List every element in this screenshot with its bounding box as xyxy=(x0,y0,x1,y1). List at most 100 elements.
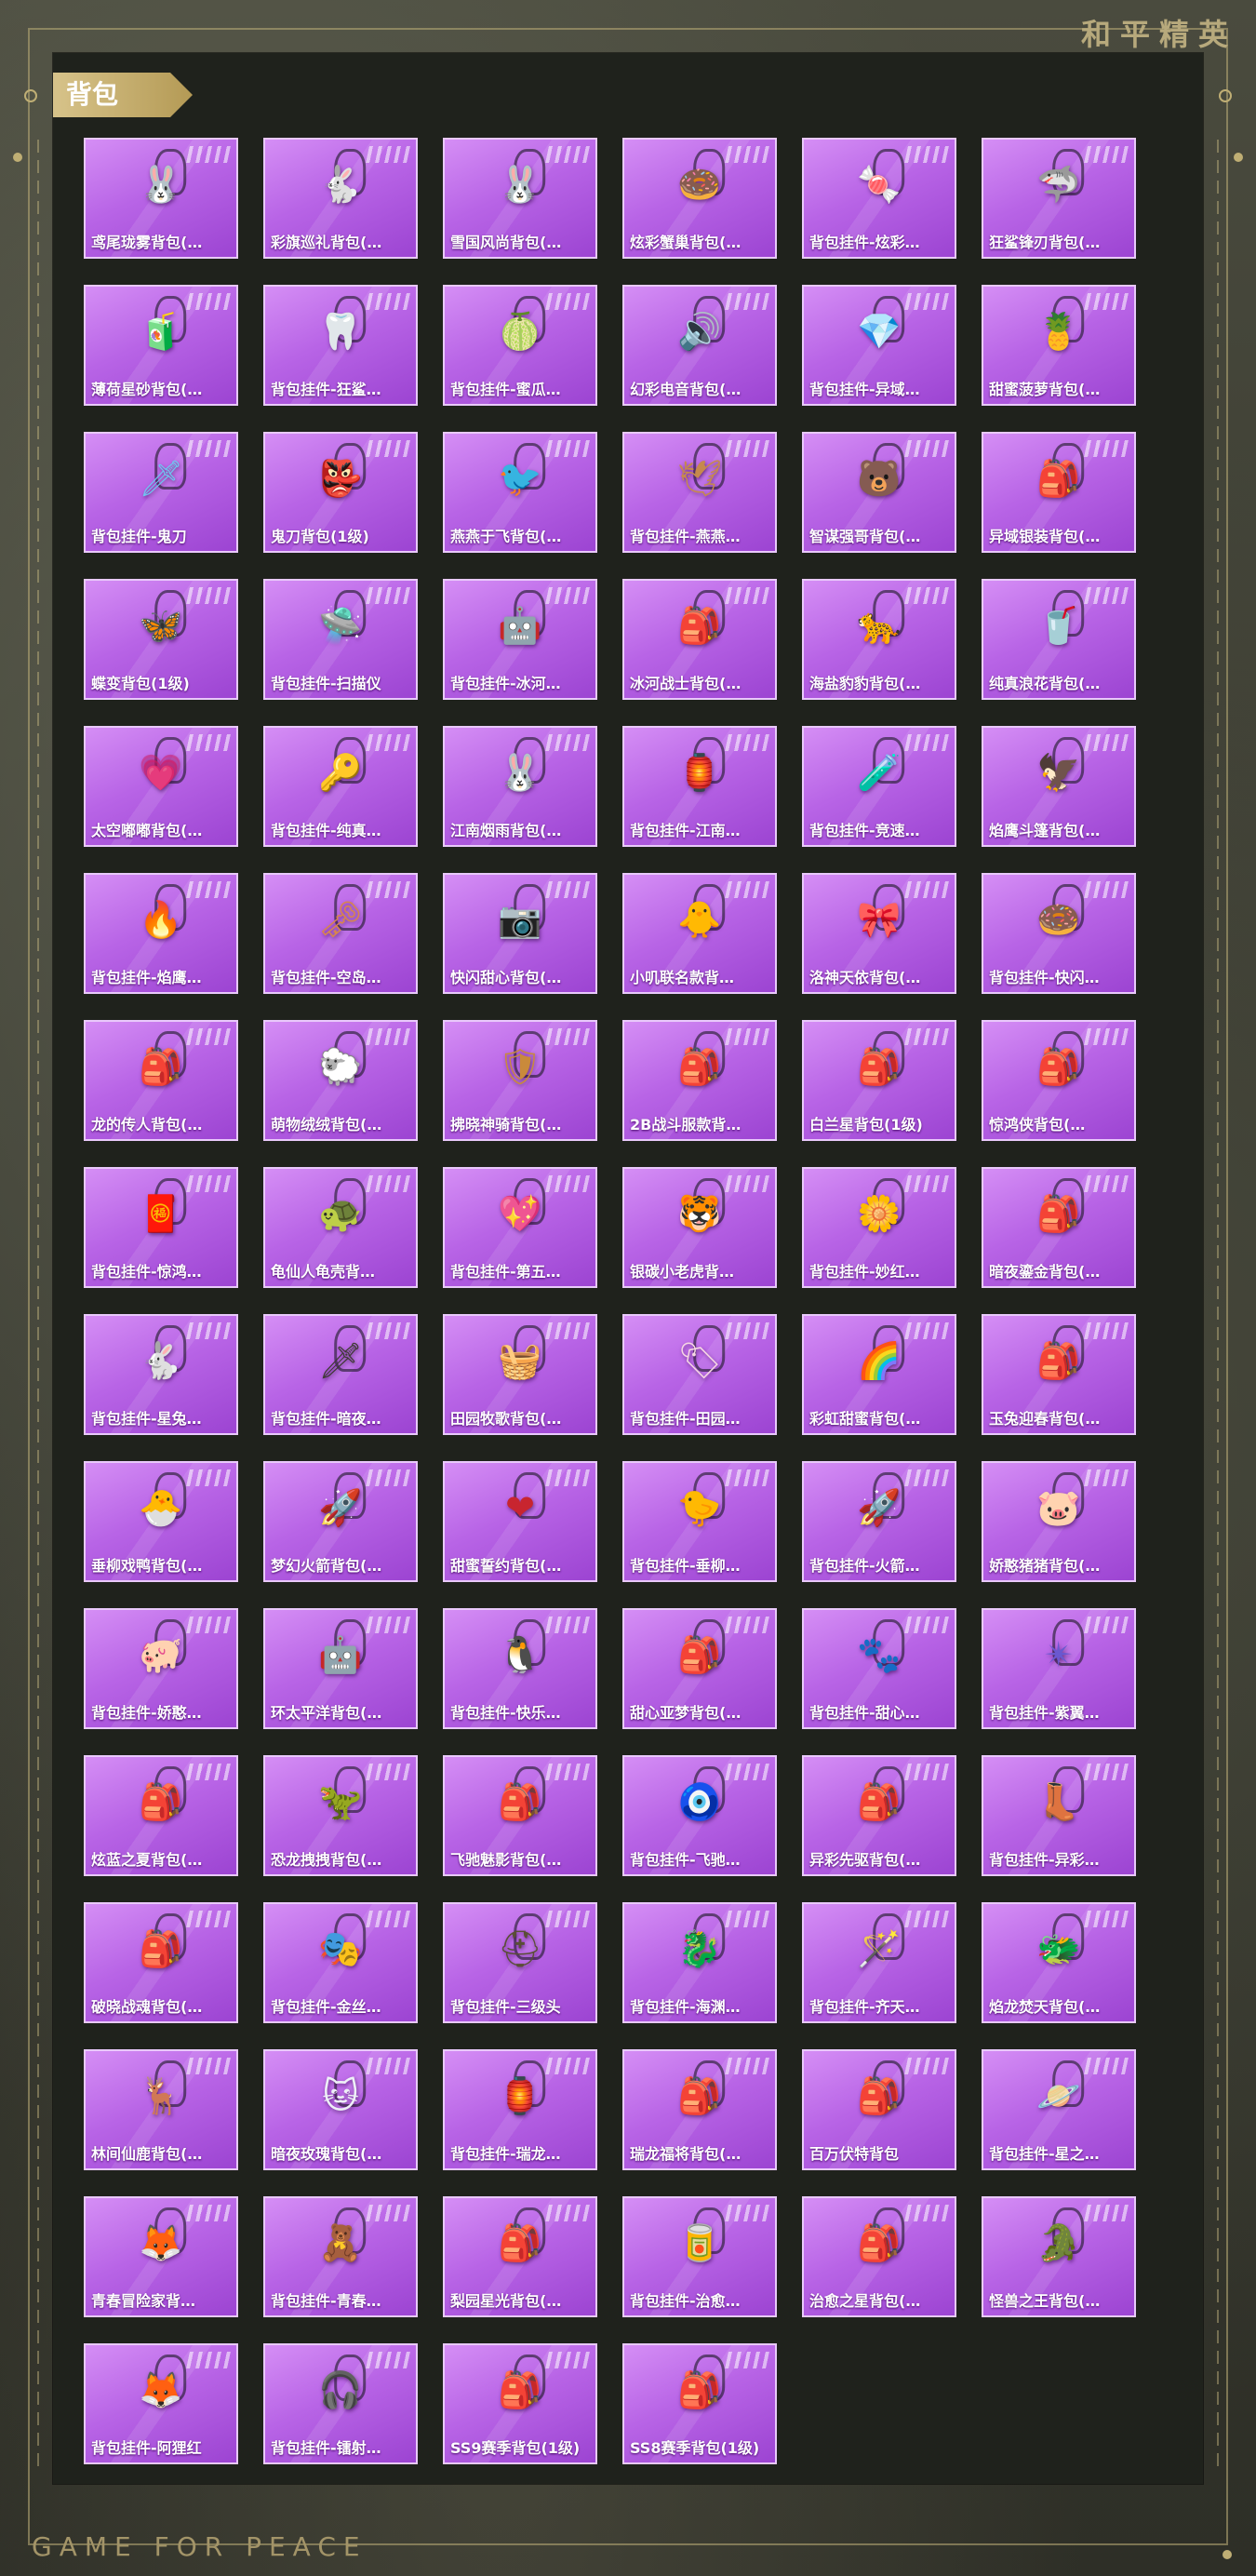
item-tile[interactable]: 🦊 青春冒险家背… xyxy=(84,2196,238,2317)
item-tile[interactable]: 🧪 背包挂件-竞速… xyxy=(802,726,956,847)
item-tile[interactable]: 🍍 甜蜜菠萝背包(… xyxy=(982,285,1136,406)
item-tile[interactable]: 🧧 背包挂件-惊鸿… xyxy=(84,1167,238,1288)
item-tile[interactable]: 🗡 背包挂件-鬼刀 xyxy=(84,432,238,553)
item-tile[interactable]: 🦋 蝶变背包(1级) xyxy=(84,579,238,700)
item-tile[interactable]: 🌼 背包挂件-妙红… xyxy=(802,1167,956,1288)
item-tile[interactable]: 🐦 燕燕于飞背包(… xyxy=(443,432,597,553)
item-tile[interactable]: 🐰 鸢尾珑雾背包(… xyxy=(84,138,238,259)
item-tile[interactable]: 💗 太空嘟嘟背包(… xyxy=(84,726,238,847)
item-tile[interactable]: 🐥 小叽联名款背… xyxy=(622,873,777,994)
item-tile[interactable]: 🐱 暗夜玫瑰背包(… xyxy=(263,2049,418,2170)
item-tile[interactable]: 👢 背包挂件-异彩… xyxy=(982,1755,1136,1876)
item-tile[interactable]: 🗡 背包挂件-暗夜… xyxy=(263,1314,418,1435)
item-tile[interactable]: 🎒 异彩先驱背包(… xyxy=(802,1755,956,1876)
item-tile[interactable]: 🐯 银碳小老虎背… xyxy=(622,1167,777,1288)
item-tile[interactable]: 🧸 背包挂件-青春… xyxy=(263,2196,418,2317)
item-tile[interactable]: 🏮 背包挂件-江南… xyxy=(622,726,777,847)
item-tile[interactable]: 🐷 娇憨猪猪背包(… xyxy=(982,1461,1136,1582)
swallow-charm-icon: 🕊 xyxy=(676,458,723,499)
item-tile[interactable]: 🍩 背包挂件-快闪… xyxy=(982,873,1136,994)
item-tile[interactable]: 🧃 薄荷星砂背包(… xyxy=(84,285,238,406)
item-tile[interactable]: 🐲 焰龙焚天背包(… xyxy=(982,1902,1136,2023)
item-tile[interactable]: 🎀 洛神天依背包(… xyxy=(802,873,956,994)
section-tab-backpack[interactable]: 背包 xyxy=(53,73,193,117)
item-tile[interactable]: 🕊 背包挂件-燕燕… xyxy=(622,432,777,553)
item-tile[interactable]: 🦊 背包挂件-阿狸红 xyxy=(84,2343,238,2464)
item-tile[interactable]: 🦈 狂鲨锋刃背包(… xyxy=(982,138,1136,259)
item-tile[interactable]: 🎒 冰河战士背包(… xyxy=(622,579,777,700)
item-tile[interactable]: 🏮 背包挂件-瑞龙… xyxy=(443,2049,597,2170)
item-tile[interactable]: 🍈 背包挂件-蜜瓜… xyxy=(443,285,597,406)
item-tile[interactable]: 💎 背包挂件-异域… xyxy=(802,285,956,406)
item-tile[interactable]: 🐊 怪兽之王背包(… xyxy=(982,2196,1136,2317)
item-tile[interactable]: 🎒 白兰星背包(1级) xyxy=(802,1020,956,1141)
item-tile[interactable]: 🐢 龟仙人龟壳背… xyxy=(263,1167,418,1288)
item-tile[interactable]: 🐻 智谋强哥背包(… xyxy=(802,432,956,553)
item-tile[interactable]: 🎒 飞驰魅影背包(… xyxy=(443,1755,597,1876)
item-tile[interactable]: 🦅 焰鹰斗篷背包(… xyxy=(982,726,1136,847)
item-tile[interactable]: 💖 背包挂件-第五… xyxy=(443,1167,597,1288)
item-tile[interactable]: 🐇 背包挂件-星兔… xyxy=(84,1314,238,1435)
item-tile[interactable]: 🎒 龙的传人背包(… xyxy=(84,1020,238,1141)
rarity-stripes xyxy=(366,1322,410,1339)
item-tile[interactable]: 🚀 梦幻火箭背包(… xyxy=(263,1461,418,1582)
item-tile[interactable]: 🥫 背包挂件-治愈… xyxy=(622,2196,777,2317)
item-tile[interactable]: 🎭 背包挂件-金丝… xyxy=(263,1902,418,2023)
item-tile[interactable]: 🧺 田园牧歌背包(… xyxy=(443,1314,597,1435)
item-tile[interactable]: 🐰 雪国风尚背包(… xyxy=(443,138,597,259)
item-tile[interactable]: 🐉 背包挂件-海渊… xyxy=(622,1902,777,2023)
item-tile[interactable]: 🎒 瑞龙福将背包(… xyxy=(622,2049,777,2170)
item-tile[interactable]: 🎒 炫蓝之夏背包(… xyxy=(84,1755,238,1876)
item-tile[interactable]: 🎒 治愈之星背包(… xyxy=(802,2196,956,2317)
item-tile[interactable]: 🎧 背包挂件-镭射… xyxy=(263,2343,418,2464)
item-tile[interactable]: ❤ 甜蜜誓约背包(… xyxy=(443,1461,597,1582)
item-tile[interactable]: 🔥 背包挂件-焰鹰… xyxy=(84,873,238,994)
item-tile[interactable]: 🎒 玉兔迎春背包(… xyxy=(982,1314,1136,1435)
item-tile[interactable]: 🐇 彩旗巡礼背包(… xyxy=(263,138,418,259)
item-tile[interactable]: 🐾 背包挂件-甜心… xyxy=(802,1608,956,1729)
item-tile[interactable]: 🔊 幻彩电音背包(… xyxy=(622,285,777,406)
item-tile[interactable]: 🦖 恐龙拽拽背包(… xyxy=(263,1755,418,1876)
item-tile[interactable]: 🛸 背包挂件-扫描仪 xyxy=(263,579,418,700)
item-tile[interactable]: 🗝 背包挂件-空岛… xyxy=(263,873,418,994)
item-tile[interactable]: 🎒 百万伏特背包 xyxy=(802,2049,956,2170)
item-tile[interactable]: ⛑ 背包挂件-三级头 xyxy=(443,1902,597,2023)
item-tile[interactable]: 📷 快闪甜心背包(… xyxy=(443,873,597,994)
item-tile[interactable]: 🏷 背包挂件-田园… xyxy=(622,1314,777,1435)
item-tile[interactable]: 🍩 炫彩蟹巢背包(… xyxy=(622,138,777,259)
item-tile[interactable]: 🍬 背包挂件-炫彩… xyxy=(802,138,956,259)
item-tile[interactable]: 🪐 背包挂件-星之… xyxy=(982,2049,1136,2170)
item-tile[interactable]: 🤖 环太平洋背包(… xyxy=(263,1608,418,1729)
item-tile[interactable]: 🤖 背包挂件-冰河… xyxy=(443,579,597,700)
item-tile[interactable]: 👺 鬼刀背包(1级) xyxy=(263,432,418,553)
item-tile[interactable]: 🐖 背包挂件-娇憨… xyxy=(84,1608,238,1729)
item-tile[interactable]: 🦌 林间仙鹿背包(… xyxy=(84,2049,238,2170)
item-tile[interactable]: 🎒 SS8赛季背包(1级) xyxy=(622,2343,777,2464)
item-tile[interactable]: 🔑 背包挂件-纯真… xyxy=(263,726,418,847)
item-tile[interactable]: 🐧 背包挂件-快乐… xyxy=(443,1608,597,1729)
staff-charm-icon: 🪄 xyxy=(857,1928,902,1969)
item-tile[interactable]: 🎒 甜心亚梦背包(… xyxy=(622,1608,777,1729)
item-tile[interactable]: 🎒 SS9赛季背包(1级) xyxy=(443,2343,597,2464)
item-tile[interactable]: 🦷 背包挂件-狂鲨… xyxy=(263,285,418,406)
item-tile[interactable]: 🚀 背包挂件-火箭… xyxy=(802,1461,956,1582)
item-tile[interactable]: 🎒 暗夜鎏金背包(… xyxy=(982,1167,1136,1288)
item-tile[interactable]: 🎒 异域银装背包(… xyxy=(982,432,1136,553)
item-tile[interactable]: 🎒 2B战斗服款背… xyxy=(622,1020,777,1141)
item-tile[interactable]: 🧿 背包挂件-飞驰… xyxy=(622,1755,777,1876)
item-tile[interactable]: 🪄 背包挂件-齐天… xyxy=(802,1902,956,2023)
item-tile[interactable]: 🎒 梨园星光背包(… xyxy=(443,2196,597,2317)
item-tile[interactable]: 🐣 垂柳戏鸭背包(… xyxy=(84,1461,238,1582)
item-tile[interactable]: 🛡 拂晓神骑背包(… xyxy=(443,1020,597,1141)
item-tile[interactable]: 🐆 海盐豹豹背包(… xyxy=(802,579,956,700)
item-label: 背包挂件-飞驰… xyxy=(630,1851,741,1869)
item-tile[interactable]: 🎒 破晓战魂背包(… xyxy=(84,1902,238,2023)
item-tile[interactable]: 🥤 纯真浪花背包(… xyxy=(982,579,1136,700)
item-tile[interactable]: 🎒 惊鸿侠背包(… xyxy=(982,1020,1136,1141)
item-tile[interactable]: ✴ 背包挂件-紫翼… xyxy=(982,1608,1136,1729)
item-tile[interactable]: 🐤 背包挂件-垂柳… xyxy=(622,1461,777,1582)
item-tile[interactable]: 🐑 萌物绒绒背包(… xyxy=(263,1020,418,1141)
item-tile[interactable]: 🐰 江南烟雨背包(… xyxy=(443,726,597,847)
item-tile[interactable]: 🌈 彩虹甜蜜背包(… xyxy=(802,1314,956,1435)
rarity-stripes xyxy=(545,440,590,457)
